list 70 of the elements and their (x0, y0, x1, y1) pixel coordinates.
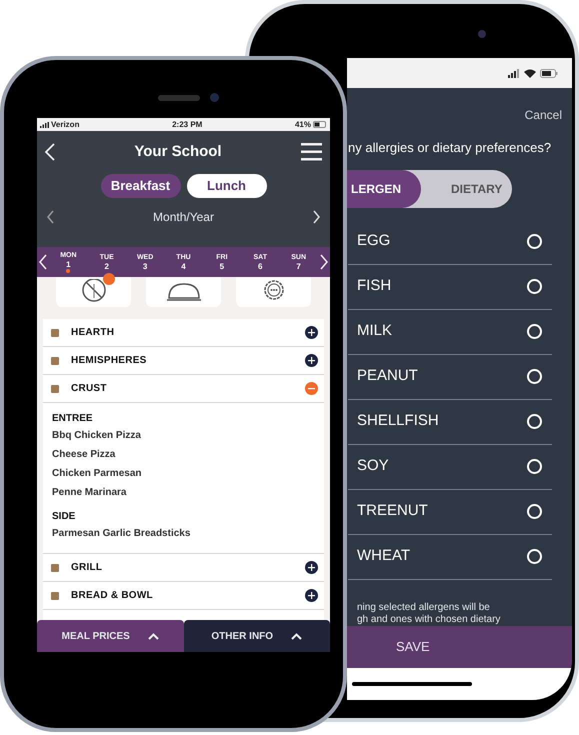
note-text: gh and ones with chosen dietary (357, 614, 502, 626)
station-name: BREAD & BOWL (71, 589, 154, 603)
allergen-label: PEANUT (357, 366, 418, 386)
expand-icon[interactable] (305, 326, 318, 339)
bottom-tab[interactable]: MEAL PRICES (37, 620, 184, 652)
allergen-label: WHEAT (357, 546, 410, 566)
collapse-icon[interactable] (305, 382, 318, 395)
allergen-label: SOY (357, 456, 389, 476)
screen-title: Your School (134, 142, 222, 162)
carrier-text: Verizon (51, 118, 80, 130)
station-logo-icon (49, 354, 61, 366)
checkbox[interactable] (527, 549, 542, 564)
section-heading: ENTREE (52, 412, 94, 426)
signal-icon (40, 122, 49, 128)
next-chevron-icon[interactable] (313, 210, 320, 224)
section-heading: SIDE (52, 510, 76, 524)
bottom-tab[interactable]: OTHER INFO (184, 620, 330, 652)
meal-tab[interactable]: Breakfast (100, 174, 180, 198)
allergen-label: FISH (357, 276, 392, 296)
meal-tab[interactable]: Lunch (186, 174, 266, 198)
tab[interactable]: LERGEN (347, 170, 422, 208)
checkbox[interactable] (527, 504, 542, 519)
station-row[interactable]: CRUST (43, 375, 324, 402)
station-row[interactable]: HEMISPHERES (43, 347, 324, 374)
question-text: ny allergies or dietary preferences? (347, 139, 552, 157)
checkbox[interactable] (527, 369, 542, 384)
allergen-label: MILK (357, 321, 392, 342)
cloche-icon (166, 282, 202, 302)
caret-icon (291, 632, 302, 640)
expand-icon[interactable] (305, 589, 318, 602)
previous-chevron-icon[interactable] (47, 210, 54, 224)
expand-icon[interactable] (305, 561, 318, 574)
battery-icon (312, 121, 327, 128)
battery-icon (540, 68, 558, 78)
filter-card[interactable] (236, 277, 311, 307)
station-logo-icon (49, 326, 61, 338)
note-text: ning selected allergens will be (357, 602, 491, 614)
month-label: Month/Year (153, 208, 214, 226)
speaker-slot (158, 95, 200, 101)
station-name: HEARTH (71, 326, 116, 340)
cancel-button[interactable]: Cancel (524, 106, 562, 124)
station-logo-icon (49, 562, 61, 574)
checkbox[interactable] (527, 414, 542, 429)
allergen-label: SHELLFISH (357, 411, 439, 432)
station-name: GRILL (71, 561, 104, 575)
filter-card[interactable] (146, 277, 221, 307)
expand-icon[interactable] (305, 354, 318, 367)
station-name: HEMISPHERES (71, 354, 148, 368)
battery-text: 41% (294, 118, 311, 130)
checkbox[interactable] (527, 234, 542, 249)
station-row[interactable]: HEARTH (43, 319, 324, 346)
allergen-label: EGG (357, 231, 390, 252)
station-row[interactable]: GRILL (43, 554, 324, 581)
caret-icon (148, 632, 159, 640)
station-logo-icon (49, 382, 61, 394)
menu-icon[interactable] (300, 143, 322, 162)
station-row[interactable]: BREAD & BOWL (43, 582, 324, 609)
station-name: CRUST (71, 382, 108, 396)
wifi-icon (524, 68, 536, 78)
next-chevron-icon[interactable] (320, 254, 328, 270)
save-button[interactable]: SAVE (347, 626, 572, 668)
signal-icon (508, 68, 520, 78)
checkbox[interactable] (527, 324, 542, 339)
station-logo-icon (49, 590, 61, 602)
checkbox[interactable] (527, 279, 542, 294)
checkbox[interactable] (527, 459, 542, 474)
tab[interactable]: DIETARY (421, 170, 512, 208)
back-chevron-icon[interactable] (45, 143, 55, 162)
allergen-label: TREENUT (357, 501, 428, 522)
status-time: 2:23 PM (172, 118, 202, 130)
